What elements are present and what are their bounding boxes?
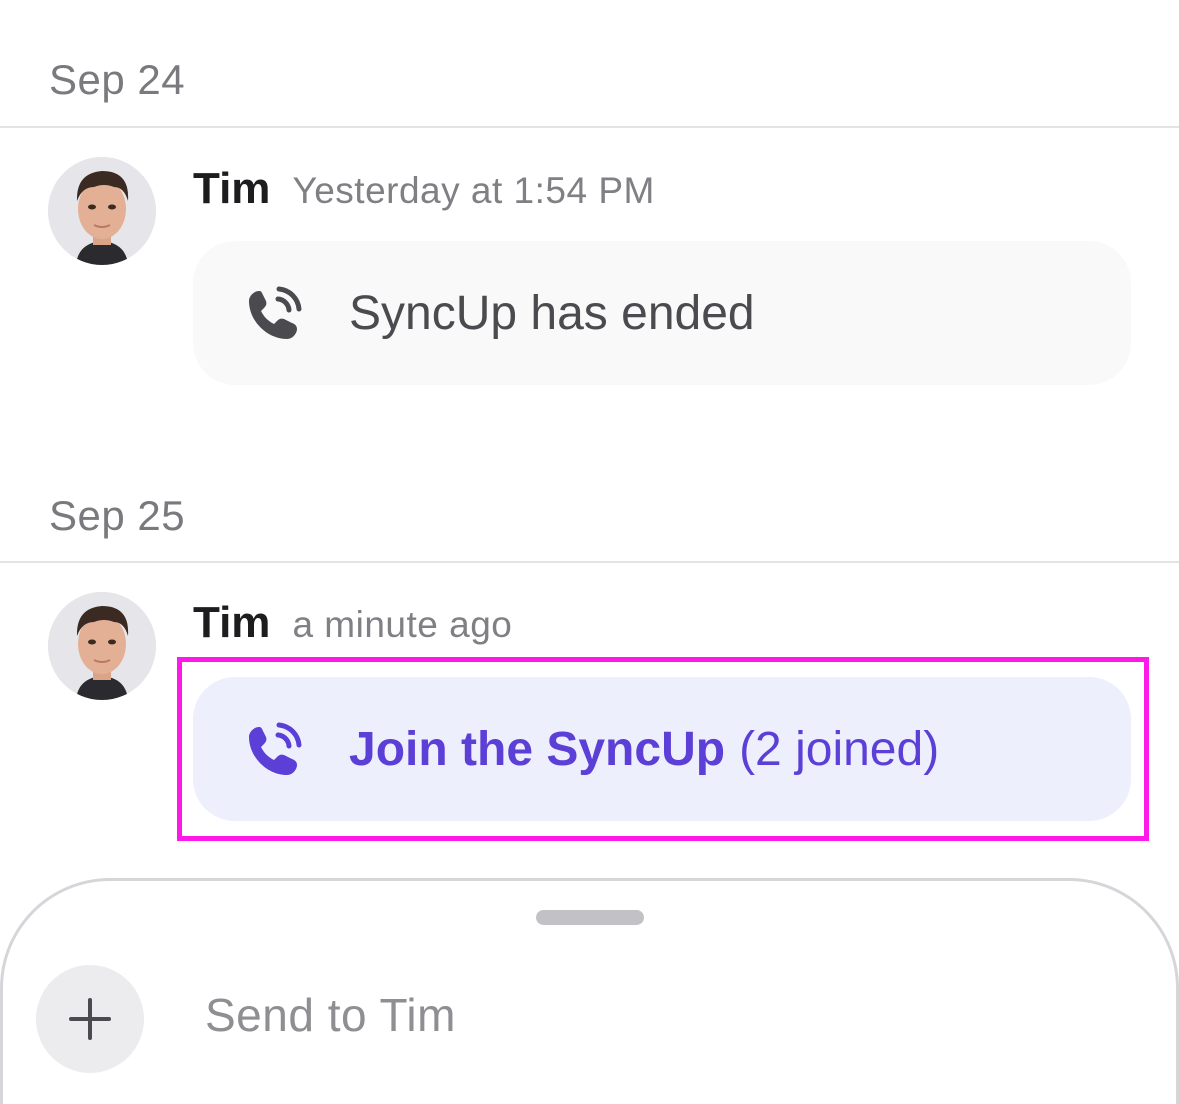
call-status-text: SyncUp has ended — [349, 286, 755, 340]
joined-count: (2 joined) — [739, 722, 940, 776]
avatar-face-icon — [48, 592, 156, 700]
message-header: Tim Yesterday at 1:54 PM — [193, 164, 655, 224]
sender-name[interactable]: Tim — [193, 598, 270, 648]
sheet-grabber-handle[interactable] — [536, 910, 644, 925]
date-label: Sep 25 — [49, 492, 186, 539]
avatar[interactable] — [48, 592, 156, 700]
date-divider: Sep 25 — [0, 436, 1179, 563]
chat-screen: Sep 24 Tim Yesterday at 1:54 PM SyncUp h… — [0, 0, 1179, 1104]
date-label: Sep 24 — [49, 56, 186, 103]
call-ended-bubble: SyncUp has ended — [193, 241, 1131, 385]
plus-icon — [69, 998, 111, 1040]
message-timestamp: Yesterday at 1:54 PM — [292, 170, 655, 211]
date-divider: Sep 24 — [0, 0, 1179, 128]
phone-call-icon — [249, 722, 302, 775]
join-call-text: Join the SyncUp (2 joined) — [349, 722, 939, 777]
add-attachment-button[interactable] — [36, 965, 144, 1073]
message-timestamp: a minute ago — [292, 604, 513, 645]
join-label: Join the SyncUp — [349, 722, 726, 776]
join-call-button[interactable]: Join the SyncUp (2 joined) — [193, 677, 1131, 821]
phone-call-icon — [249, 286, 302, 339]
message-input[interactable] — [205, 975, 1105, 1055]
avatar-face-icon — [48, 157, 156, 265]
sender-name[interactable]: Tim — [193, 164, 270, 214]
message-header: Tim a minute ago — [193, 598, 512, 658]
avatar[interactable] — [48, 157, 156, 265]
